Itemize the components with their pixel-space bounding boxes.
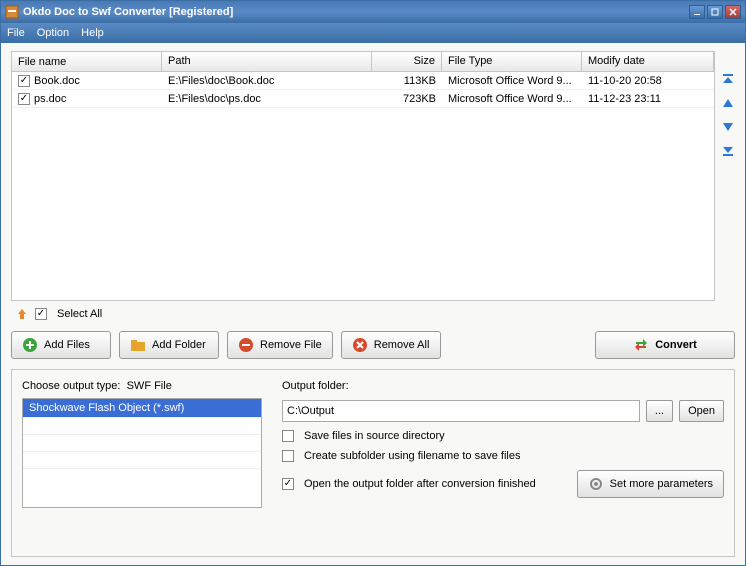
add-files-label: Add Files: [44, 339, 90, 351]
select-all-row: Select All: [11, 301, 735, 327]
remove-all-label: Remove All: [374, 339, 430, 351]
select-all-label: Select All: [57, 308, 102, 320]
save-source-checkbox[interactable]: [282, 430, 294, 442]
col-header-date[interactable]: Modify date: [582, 52, 714, 71]
output-type-panel: Choose output type: SWF File Shockwave F…: [22, 380, 262, 546]
open-folder-button[interactable]: Open: [679, 400, 724, 422]
convert-button[interactable]: Convert: [595, 331, 735, 359]
col-header-path[interactable]: Path: [162, 52, 372, 71]
convert-label: Convert: [655, 339, 697, 351]
file-name: Book.doc: [34, 75, 80, 87]
plus-icon: [22, 337, 38, 353]
add-folder-button[interactable]: Add Folder: [119, 331, 219, 359]
minimize-button[interactable]: [689, 5, 705, 19]
gear-icon: [588, 476, 604, 492]
col-header-name[interactable]: File name: [12, 52, 162, 71]
select-all-checkbox[interactable]: [35, 308, 47, 320]
remove-file-label: Remove File: [260, 339, 322, 351]
remove-all-button[interactable]: Remove All: [341, 331, 441, 359]
add-folder-label: Add Folder: [152, 339, 206, 351]
reorder-buttons: [715, 51, 735, 301]
content-area: File name Path Size File Type Modify dat…: [1, 43, 745, 565]
col-header-type[interactable]: File Type: [442, 52, 582, 71]
menu-option[interactable]: Option: [37, 27, 69, 39]
row-checkbox[interactable]: [18, 93, 30, 105]
save-source-label: Save files in source directory: [304, 430, 445, 442]
row-checkbox[interactable]: [18, 75, 30, 87]
window-title: Okdo Doc to Swf Converter [Registered]: [23, 6, 687, 18]
file-date: 11-10-20 20:58: [582, 74, 714, 88]
create-subfolder-checkbox[interactable]: [282, 450, 294, 462]
toolbar: Add Files Add Folder Remove File Remove …: [11, 327, 735, 369]
move-down-button[interactable]: [720, 119, 736, 135]
file-type: Microsoft Office Word 9...: [442, 92, 582, 106]
file-type: Microsoft Office Word 9...: [442, 74, 582, 88]
file-path: E:\Files\doc\Book.doc: [162, 74, 372, 88]
up-folder-icon[interactable]: [15, 307, 29, 321]
file-path: E:\Files\doc\ps.doc: [162, 92, 372, 106]
convert-icon: [633, 337, 649, 353]
table-row[interactable]: Book.doc E:\Files\doc\Book.doc113KBMicros…: [12, 72, 714, 90]
app-window: Okdo Doc to Swf Converter [Registered] F…: [0, 0, 746, 566]
table-header: File name Path Size File Type Modify dat…: [12, 52, 714, 72]
file-size: 723KB: [372, 92, 442, 106]
output-type-list[interactable]: Shockwave Flash Object (*.swf): [22, 398, 262, 508]
open-after-label: Open the output folder after conversion …: [304, 478, 536, 490]
move-up-button[interactable]: [720, 95, 736, 111]
bottom-panel: Choose output type: SWF File Shockwave F…: [11, 369, 735, 557]
file-date: 11-12-23 23:11: [582, 92, 714, 106]
browse-button[interactable]: ...: [646, 400, 673, 422]
col-header-size[interactable]: Size: [372, 52, 442, 71]
remove-file-button[interactable]: Remove File: [227, 331, 333, 359]
add-files-button[interactable]: Add Files: [11, 331, 111, 359]
folder-icon: [130, 337, 146, 353]
output-folder-label: Output folder:: [282, 380, 724, 392]
x-icon: [352, 337, 368, 353]
output-type-label: Choose output type: SWF File: [22, 380, 262, 392]
output-folder-panel: Output folder: ... Open Save files in so…: [282, 380, 724, 546]
file-table: File name Path Size File Type Modify dat…: [11, 51, 715, 301]
move-bottom-button[interactable]: [720, 143, 736, 159]
maximize-button[interactable]: [707, 5, 723, 19]
output-folder-input[interactable]: [282, 400, 640, 422]
titlebar: Okdo Doc to Swf Converter [Registered]: [1, 1, 745, 23]
output-type-item[interactable]: Shockwave Flash Object (*.swf): [23, 399, 261, 417]
app-icon: [5, 5, 19, 19]
file-size: 113KB: [372, 74, 442, 88]
create-subfolder-label: Create subfolder using filename to save …: [304, 450, 520, 462]
more-parameters-button[interactable]: Set more parameters: [577, 470, 724, 498]
move-top-button[interactable]: [720, 71, 736, 87]
menubar: File Option Help: [1, 23, 745, 43]
minus-icon: [238, 337, 254, 353]
open-after-checkbox[interactable]: [282, 478, 294, 490]
file-name: ps.doc: [34, 93, 66, 105]
more-parameters-label: Set more parameters: [610, 478, 713, 490]
close-button[interactable]: [725, 5, 741, 19]
menu-file[interactable]: File: [7, 27, 25, 39]
menu-help[interactable]: Help: [81, 27, 104, 39]
table-row[interactable]: ps.doc E:\Files\doc\ps.doc723KBMicrosoft …: [12, 90, 714, 108]
